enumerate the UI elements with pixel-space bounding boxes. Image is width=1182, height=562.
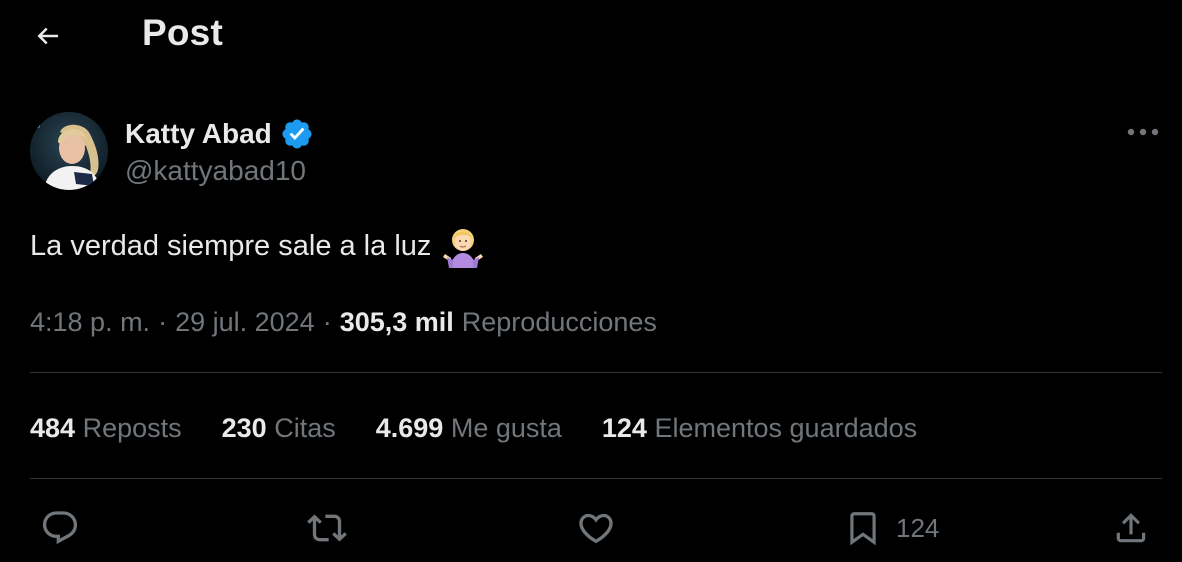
divider <box>30 478 1162 479</box>
divider <box>30 372 1162 373</box>
stat-number: 230 <box>221 412 267 443</box>
post-text-content: La verdad siempre sale a la luz <box>30 229 432 262</box>
views-count: 305,3 mil <box>339 306 454 337</box>
heart-icon <box>579 513 613 544</box>
stat-label: Reposts <box>82 412 182 443</box>
bookmark-button[interactable]: 124 <box>844 502 939 554</box>
stat-label: Me gusta <box>450 412 562 443</box>
stat-likes[interactable]: 4.699 Me gusta <box>376 413 562 444</box>
avatar[interactable] <box>30 112 108 190</box>
author-handle[interactable]: @kattyabad10 <box>125 155 306 187</box>
more-horizontal-icon <box>1127 128 1159 136</box>
share-button[interactable] <box>1112 502 1150 554</box>
more-options-button[interactable] <box>1118 114 1168 150</box>
page-title: Post <box>142 12 223 53</box>
stat-label: Citas <box>274 412 336 443</box>
stat-label: Elementos guardados <box>654 412 918 443</box>
bookmark-icon <box>850 512 876 546</box>
bookmark-count: 124 <box>896 512 940 543</box>
stat-quotes[interactable]: 230 Citas <box>222 413 336 444</box>
stat-number: 484 <box>30 412 76 443</box>
post-time[interactable]: 4:18 p. m. <box>30 307 150 338</box>
person-shrugging-emoji-icon <box>443 229 484 268</box>
verified-badge-icon <box>282 119 312 149</box>
repost-button[interactable] <box>306 502 348 554</box>
stat-reposts[interactable]: 484 Reposts <box>30 413 182 444</box>
engagement-stats: 484 Reposts 230 Citas 4.699 Me gusta 124… <box>30 408 957 448</box>
share-icon <box>1116 513 1146 543</box>
post-date[interactable]: 29 jul. 2024 <box>175 307 315 338</box>
back-button[interactable] <box>22 14 74 58</box>
views-label: Reproducciones <box>461 306 657 337</box>
meta-separator: · <box>322 306 332 337</box>
author-name[interactable]: Katty Abad <box>125 118 272 150</box>
like-button[interactable] <box>576 502 616 554</box>
stat-number: 4.699 <box>375 412 444 443</box>
stat-bookmarks[interactable]: 124 Elementos guardados <box>602 413 917 444</box>
repost-icon <box>307 514 347 542</box>
author-name-row: Katty Abad <box>125 114 314 154</box>
arrow-left-icon <box>37 27 58 45</box>
meta-separator: · <box>158 306 168 337</box>
post-meta: 4:18 p. m. · 29 jul. 2024 · 305,3 mil Re… <box>30 304 657 340</box>
comment-icon <box>42 511 78 545</box>
reply-button[interactable] <box>40 502 80 554</box>
stat-number: 124 <box>601 412 647 443</box>
post-text: La verdad siempre sale a la luz <box>30 224 485 268</box>
